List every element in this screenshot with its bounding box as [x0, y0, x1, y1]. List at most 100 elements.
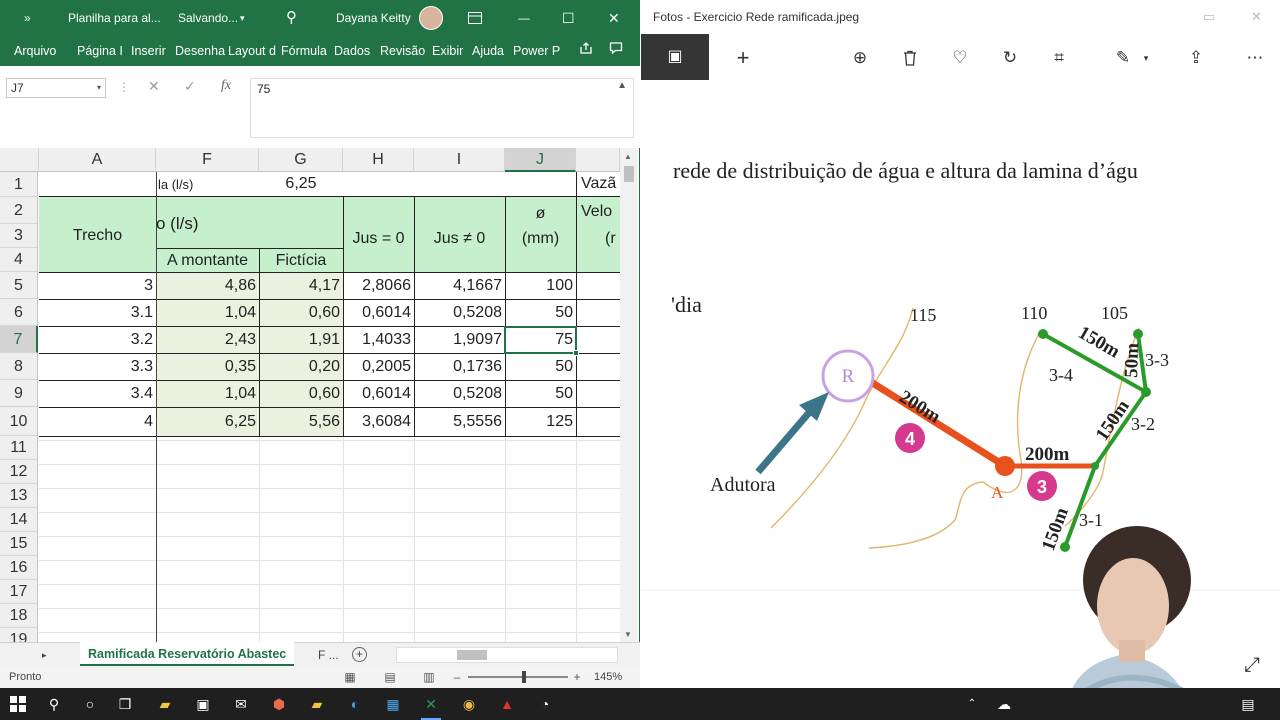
cell-montante[interactable]: 1,04 — [156, 382, 259, 406]
cell-diameter[interactable]: 50 — [505, 355, 576, 379]
zoom-in-icon[interactable]: + — [569, 669, 585, 685]
cell-ficticia[interactable]: 0,60 — [259, 382, 343, 406]
cell-montante[interactable]: 0,35 — [156, 355, 259, 379]
cell-jus-0[interactable]: 2,8066 — [343, 274, 414, 298]
row-header[interactable]: 7 — [0, 326, 38, 353]
edge-icon[interactable]: ◐ — [343, 692, 367, 716]
close-button[interactable]: ✕ — [608, 0, 620, 36]
app-icon[interactable]: ⬢ — [267, 692, 291, 716]
tab-ajuda[interactable]: Ajuda — [472, 36, 508, 66]
acrobat-icon[interactable]: ▲ — [495, 692, 519, 716]
cell-jus-0[interactable]: 0,2005 — [343, 355, 414, 379]
sheet-nav-icon[interactable]: ▸ — [42, 643, 47, 667]
sticky-notes-icon[interactable]: ▰ — [305, 692, 329, 716]
row-header[interactable]: 19 — [0, 628, 38, 642]
row-header[interactable]: 15 — [0, 532, 38, 556]
cell-jus-not-0[interactable]: 5,5556 — [414, 410, 505, 434]
tab-power-pivot[interactable]: Power P — [513, 36, 563, 66]
tray-chevron-icon[interactable]: ⌃ — [960, 692, 984, 716]
zoom-icon[interactable]: ⊕ — [848, 46, 872, 70]
cell-k1[interactable]: Vazã — [578, 172, 620, 196]
chevron-down-icon[interactable]: ▾ — [240, 0, 245, 36]
header-jus-not-0[interactable]: Jus ≠ 0 — [414, 227, 505, 251]
share-icon[interactable] — [576, 41, 596, 61]
horizontal-scrollbar[interactable] — [396, 647, 618, 663]
column-header-h[interactable]: H — [343, 148, 414, 172]
header-velocidade[interactable]: Velo — [578, 200, 620, 224]
row-header[interactable]: 16 — [0, 556, 38, 580]
row-header[interactable]: 13 — [0, 484, 38, 508]
column-header-f[interactable]: F — [156, 148, 259, 172]
rotate-icon[interactable]: ↻ — [998, 46, 1022, 70]
column-header-j[interactable]: J — [505, 148, 576, 172]
cell-trecho[interactable]: 3.4 — [39, 382, 156, 406]
formula-bar-grip-icon[interactable]: ⋮ — [118, 80, 130, 94]
start-icon[interactable] — [6, 692, 30, 716]
image-view-button[interactable]: ▣ — [641, 34, 709, 80]
cell-ficticia[interactable]: 1,91 — [259, 328, 343, 352]
sheet-tab-active[interactable]: Ramificada Reservatório Abastec — [80, 642, 295, 666]
excel-app-icon[interactable]: ✕ — [419, 692, 443, 720]
row-header[interactable]: 1 — [0, 172, 38, 197]
favorite-icon[interactable]: ♡ — [948, 46, 972, 70]
chevron-down-icon[interactable]: ▾ — [97, 79, 101, 97]
cell-trecho[interactable]: 3.3 — [39, 355, 156, 379]
quick-access-more-icon[interactable]: » — [24, 0, 31, 36]
header-trecho[interactable]: Trecho — [39, 224, 156, 248]
close-button[interactable]: ✕ — [1251, 0, 1262, 34]
header-diameter-symbol[interactable]: ø — [505, 202, 576, 226]
scroll-down-icon[interactable]: ▼ — [624, 630, 632, 639]
row-header[interactable]: 18 — [0, 604, 38, 628]
share-icon[interactable]: ⇪ — [1184, 46, 1208, 70]
row-header[interactable]: 6 — [0, 299, 38, 326]
header-ficticia[interactable]: Fictícia — [259, 249, 343, 273]
zoom-out-icon[interactable]: – — [449, 669, 465, 685]
cell-ficticia[interactable]: 0,60 — [259, 301, 343, 325]
tab-dados[interactable]: Dados — [334, 36, 374, 66]
cell-diameter[interactable]: 125 — [505, 410, 576, 434]
row-header[interactable]: 2 — [0, 197, 38, 224]
cell-g1[interactable]: 6,25 — [259, 172, 343, 196]
vertical-scrollbar[interactable]: ▲ ▼ — [620, 148, 638, 642]
chrome-icon[interactable]: ◉ — [457, 692, 481, 716]
cell-ficticia[interactable]: 0,20 — [259, 355, 343, 379]
cell-jus-not-0[interactable]: 1,9097 — [414, 328, 505, 352]
insert-function-icon[interactable]: fx — [221, 78, 231, 94]
minimize-button[interactable]: — — [518, 0, 530, 36]
tab-revisao[interactable]: Revisão — [380, 36, 428, 66]
row-header[interactable]: 11 — [0, 436, 38, 460]
cell-f1[interactable]: la (l/s) — [155, 173, 259, 197]
cell-jus-not-0[interactable]: 0,5208 — [414, 382, 505, 406]
page-break-view-icon[interactable]: ▥ — [421, 669, 437, 685]
cell-montante[interactable]: 6,25 — [156, 410, 259, 434]
tab-formulas[interactable]: Fórmula — [281, 36, 329, 66]
scroll-thumb[interactable] — [624, 166, 634, 182]
header-vazao[interactable]: o (l/s) — [153, 212, 343, 236]
row-header[interactable]: 3 — [0, 224, 38, 248]
page-layout-view-icon[interactable]: ▤ — [382, 669, 398, 685]
select-all-corner[interactable] — [0, 148, 39, 172]
cancel-icon[interactable]: ✕ — [148, 78, 160, 95]
cell-jus-not-0[interactable]: 0,5208 — [414, 301, 505, 325]
normal-view-icon[interactable]: ▦ — [342, 669, 358, 685]
cell-jus-0[interactable]: 0,6014 — [343, 382, 414, 406]
expand-icon[interactable]: ⤢ — [1244, 654, 1260, 677]
cell-ficticia[interactable]: 5,56 — [259, 410, 343, 434]
column-header-a[interactable]: A — [39, 148, 156, 172]
collapse-formula-bar-icon[interactable]: ▲ — [617, 80, 627, 91]
zoom-level[interactable]: 145% — [594, 666, 622, 688]
onedrive-icon[interactable]: ☁ — [992, 692, 1016, 716]
header-jus-0[interactable]: Jus = 0 — [343, 227, 414, 251]
add-sheet-button[interactable]: + — [352, 647, 367, 662]
row-header[interactable]: 12 — [0, 460, 38, 484]
cortana-icon[interactable]: ○ — [78, 692, 102, 716]
selected-cell-j7[interactable] — [504, 326, 577, 354]
cell-diameter[interactable]: 50 — [505, 301, 576, 325]
store-icon[interactable]: ▣ — [191, 692, 215, 716]
cell-montante[interactable]: 4,86 — [156, 274, 259, 298]
fill-handle[interactable] — [573, 350, 579, 356]
header-velocidade-unit[interactable]: (r — [602, 227, 620, 251]
cell-trecho[interactable]: 3.2 — [39, 328, 156, 352]
user-name[interactable]: Dayana Keitty — [336, 0, 411, 36]
row-header[interactable]: 10 — [0, 407, 38, 436]
